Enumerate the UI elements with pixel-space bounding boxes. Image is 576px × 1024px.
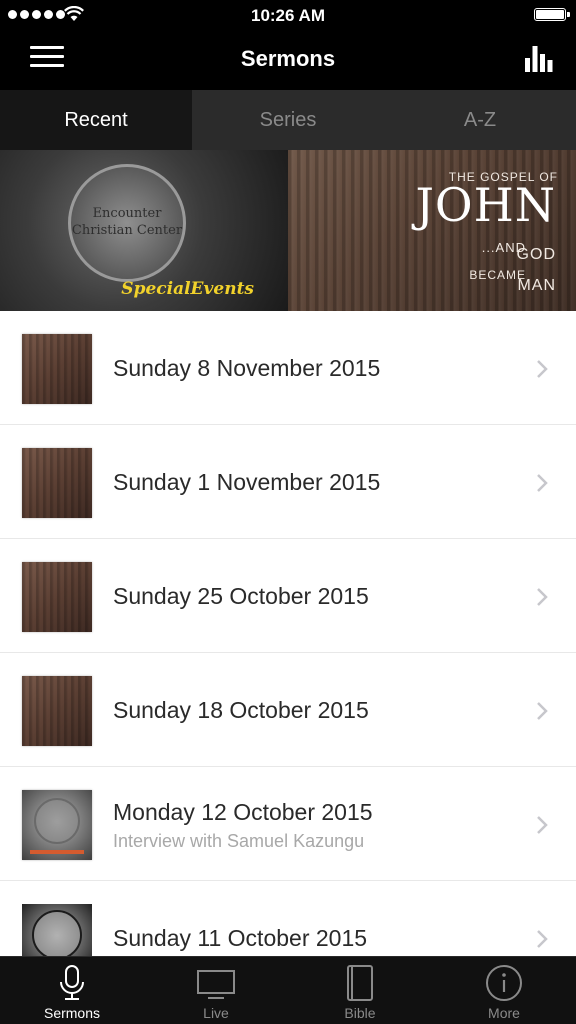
battery-icon xyxy=(534,8,570,21)
list-item[interactable]: Monday 12 October 2015 Interview with Sa… xyxy=(0,767,576,881)
status-bar: 10:26 AM xyxy=(0,0,576,30)
tabbar-label: More xyxy=(488,1005,520,1021)
chevron-right-icon xyxy=(537,360,548,378)
list-item[interactable]: Sunday 11 October 2015 xyxy=(0,881,576,956)
sermon-list: Sunday 8 November 2015 Sunday 1 November… xyxy=(0,311,576,956)
sermon-title: Sunday 1 November 2015 xyxy=(113,469,381,495)
bottom-tab-bar: Sermons Live Bible More xyxy=(0,956,576,1024)
sermon-title: Sunday 8 November 2015 xyxy=(113,355,381,381)
sermon-thumbnail xyxy=(22,562,92,632)
tab-series[interactable]: Series xyxy=(192,90,384,150)
chevron-right-icon xyxy=(537,702,548,720)
bar-chart-icon[interactable] xyxy=(524,44,554,72)
tabbar-label: Bible xyxy=(344,1005,376,1021)
tab-a-z[interactable]: A-Z xyxy=(384,90,576,150)
featured-banners: Encounter Christian Center SpecialEvents… xyxy=(0,150,576,311)
sermon-title: Monday 12 October 2015 xyxy=(113,799,373,825)
sermon-thumbnail xyxy=(22,334,92,404)
special-events-banner[interactable]: Encounter Christian Center SpecialEvents xyxy=(0,150,288,311)
sermon-title: Sunday 18 October 2015 xyxy=(113,697,369,723)
gospel-of-john-banner[interactable]: THE GOSPEL OF JOHN ...AND GOD BECAME MAN xyxy=(288,150,576,311)
microphone-icon xyxy=(60,965,84,1000)
book-icon xyxy=(347,965,373,1001)
sermon-title: Sunday 11 October 2015 xyxy=(113,925,368,951)
special-events-caption: SpecialEvents xyxy=(121,279,254,299)
tabbar-sermons[interactable]: Sermons xyxy=(0,957,144,1024)
tabbar-more[interactable]: More xyxy=(432,957,576,1024)
chevron-right-icon xyxy=(537,474,548,492)
tabbar-label: Sermons xyxy=(43,1005,101,1021)
sermon-thumbnail xyxy=(22,448,92,518)
banner-line-6: MAN xyxy=(517,277,556,294)
sermon-thumbnail xyxy=(22,790,92,860)
tabbar-label: Live xyxy=(203,1005,229,1021)
banner-line-4: GOD xyxy=(516,246,556,263)
segment-tabs: Recent Series A-Z xyxy=(0,90,576,150)
banner-john-title: JOHN xyxy=(415,178,556,232)
sermon-subtitle: Interview with Samuel Kazungu xyxy=(113,831,365,851)
sermon-thumbnail xyxy=(22,676,92,746)
status-time: 10:26 AM xyxy=(250,6,325,25)
chevron-right-icon xyxy=(537,816,548,834)
list-item[interactable]: Sunday 25 October 2015 xyxy=(0,539,576,653)
sermon-thumbnail xyxy=(22,904,92,956)
list-item[interactable]: Sunday 18 October 2015 xyxy=(0,653,576,767)
tabbar-live[interactable]: Live xyxy=(144,957,288,1024)
nav-bar: Sermons xyxy=(0,30,576,90)
sermon-title: Sunday 25 October 2015 xyxy=(113,583,369,609)
list-item[interactable]: Sunday 8 November 2015 xyxy=(0,311,576,425)
encounter-logo: Encounter Christian Center xyxy=(68,164,186,282)
tab-recent[interactable]: Recent xyxy=(0,90,192,150)
chevron-right-icon xyxy=(537,930,548,948)
tabbar-bible[interactable]: Bible xyxy=(288,957,432,1024)
info-icon xyxy=(486,965,522,1001)
list-item[interactable]: Sunday 1 November 2015 xyxy=(0,425,576,539)
tv-icon xyxy=(197,970,235,999)
page-title: Sermons xyxy=(240,46,336,71)
chevron-right-icon xyxy=(537,588,548,606)
